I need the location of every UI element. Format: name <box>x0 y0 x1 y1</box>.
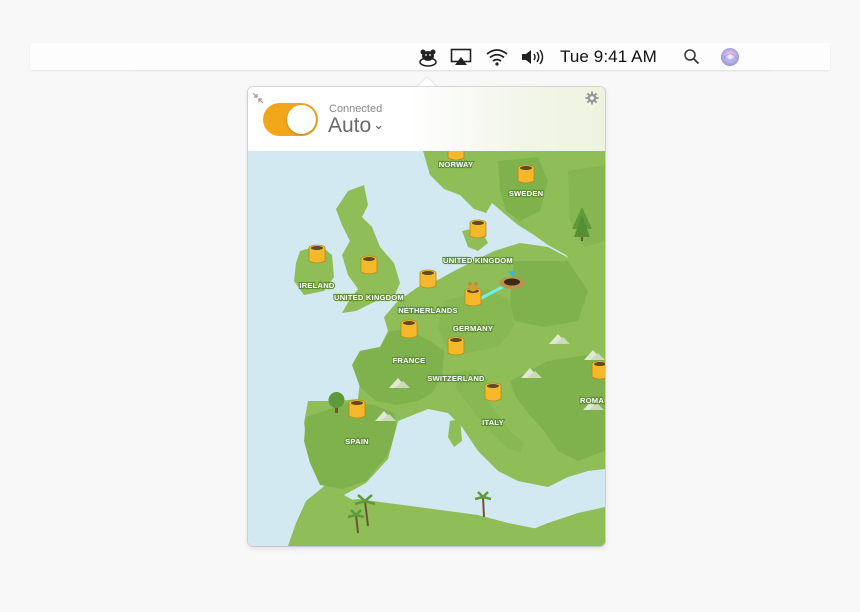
location-selector[interactable]: Auto ⌄ <box>328 114 384 138</box>
spotlight-search-icon[interactable] <box>681 46 701 67</box>
siri-icon[interactable] <box>719 46 741 67</box>
tunnel-icon-netherlands[interactable] <box>419 269 437 289</box>
country-label-spain: SPAIN <box>345 437 369 446</box>
country-label-france: FRANCE <box>393 356 426 365</box>
menu-bar-shadow <box>135 70 770 72</box>
country-label-italy: ITALY <box>482 418 504 427</box>
popover-header: Connected Auto ⌄ <box>248 87 605 151</box>
vpn-toggle-knob <box>287 105 316 134</box>
country-label-uk-west: UNITED KINGDOM <box>334 293 404 302</box>
location-label: Auto <box>328 114 372 137</box>
country-label-switzerland: SWITZERLAND <box>427 374 485 383</box>
airplay-icon[interactable] <box>448 46 474 67</box>
country-label-romania: ROMA <box>580 396 604 405</box>
tunnel-icon-romania[interactable] <box>591 360 605 380</box>
wifi-icon[interactable] <box>483 46 511 67</box>
country-label-sweden: SWEDEN <box>509 189 544 198</box>
tunnelbear-popover: Connected Auto ⌄ NORWAY SWEDEN IRELAND U… <box>248 87 605 546</box>
tunnel-icon-norway[interactable] <box>447 151 465 161</box>
tunnel-icon-spain[interactable] <box>348 399 366 419</box>
vpn-toggle[interactable] <box>263 103 318 136</box>
volume-icon[interactable] <box>519 46 547 67</box>
country-label-norway: NORWAY <box>439 160 474 169</box>
europe-map: NORWAY SWEDEN IRELAND UNITED KINGDOM UNI… <box>248 151 605 546</box>
menu-bar-clock[interactable]: Tue 9:41 AM <box>560 47 657 67</box>
tunnel-icon-ireland[interactable] <box>308 244 326 264</box>
tunnel-icon-france[interactable] <box>400 319 418 339</box>
gear-icon[interactable] <box>585 91 599 110</box>
country-label-netherlands: NETHERLANDS <box>398 306 458 315</box>
tunnel-icon-switzerland[interactable] <box>447 336 465 356</box>
country-label-ireland: IRELAND <box>299 281 334 290</box>
tunnel-icon-uk-west[interactable] <box>360 255 378 275</box>
collapse-icon[interactable] <box>252 91 264 109</box>
country-label-uk-north: UNITED KINGDOM <box>443 256 513 265</box>
menu-bar: Tue 9:41 AM <box>30 43 830 72</box>
chevron-down-icon: ⌄ <box>373 117 385 132</box>
tunnel-icon-uk-north[interactable] <box>469 219 487 239</box>
tunnel-icon-italy[interactable] <box>484 382 502 402</box>
tunnelbear-icon[interactable] <box>416 46 440 67</box>
tunnel-icon-sweden[interactable] <box>517 164 535 184</box>
country-label-germany: GERMANY <box>453 324 493 333</box>
